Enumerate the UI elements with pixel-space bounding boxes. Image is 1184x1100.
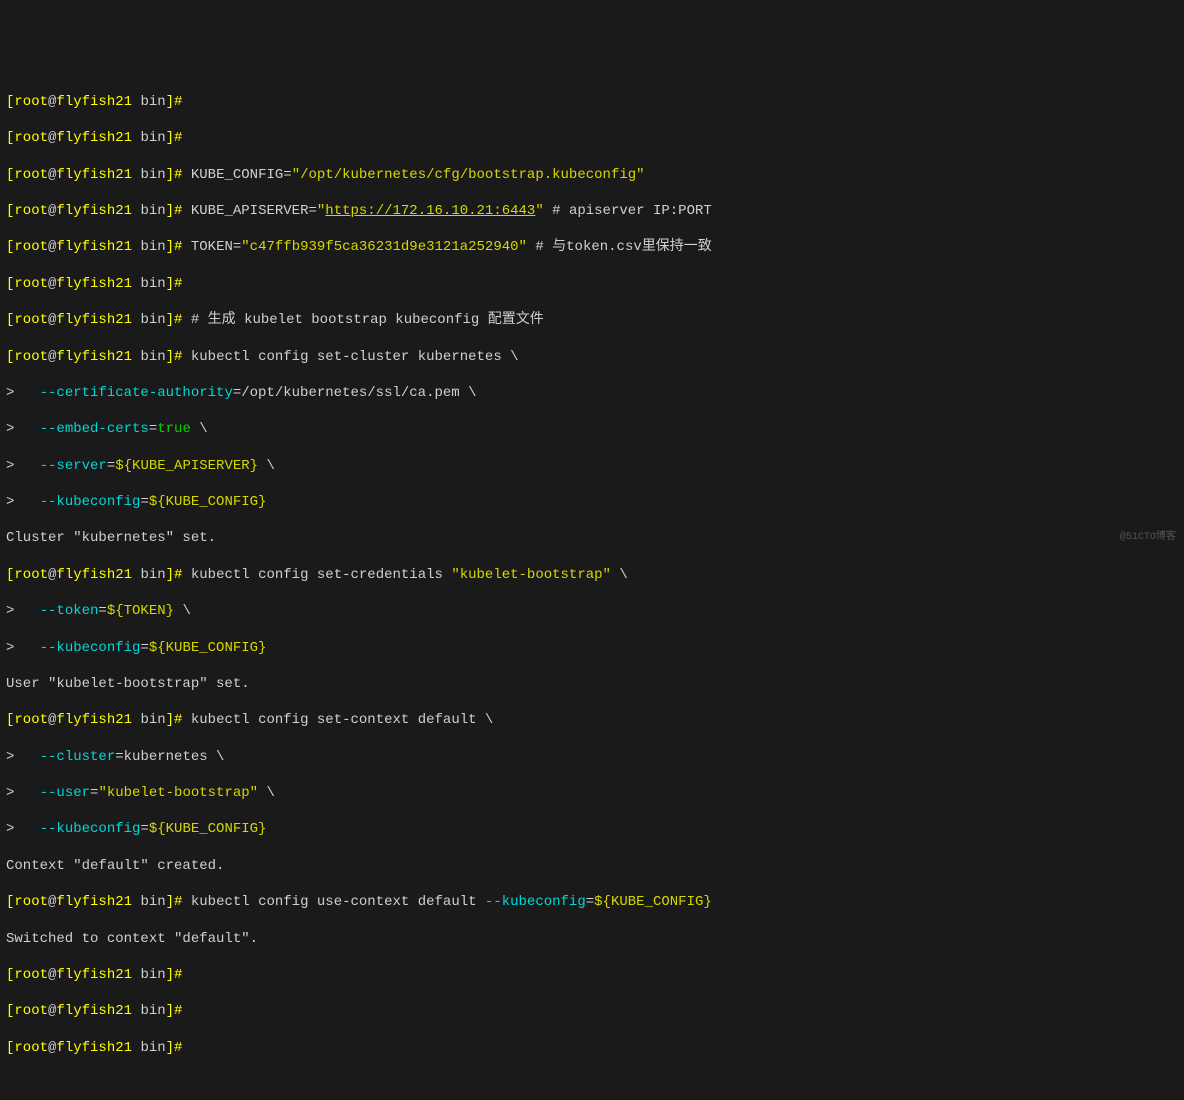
output-cluster-set: Cluster "kubernetes" set.: [6, 529, 1178, 547]
flag-cluster: > --cluster=kubernetes \: [6, 748, 1178, 766]
cmd-kube-apiserver: [root@flyfish21 bin]# KUBE_APISERVER="ht…: [6, 202, 1178, 220]
cmd-use-context: [root@flyfish21 bin]# kubectl config use…: [6, 893, 1178, 911]
watermark-text: @51CTO博客: [1120, 531, 1176, 544]
flag-user: > --user="kubelet-bootstrap" \: [6, 784, 1178, 802]
cmd-kube-config: [root@flyfish21 bin]# KUBE_CONFIG="/opt/…: [6, 166, 1178, 184]
output-context-created: Context "default" created.: [6, 857, 1178, 875]
flag-kubeconfig: > --kubeconfig=${KUBE_CONFIG}: [6, 820, 1178, 838]
flag-server: > --server=${KUBE_APISERVER} \: [6, 457, 1178, 475]
prompt-line: [root@flyfish21 bin]#: [6, 966, 1178, 984]
prompt-line: [root@flyfish21 bin]#: [6, 275, 1178, 293]
prompt-line: [root@flyfish21 bin]#: [6, 129, 1178, 147]
flag-token: > --token=${TOKEN} \: [6, 602, 1178, 620]
terminal-output: [root@flyfish21 bin]# [root@flyfish21 bi…: [6, 75, 1178, 1075]
prompt-line: [root@flyfish21 bin]#: [6, 1002, 1178, 1020]
flag-embed-certs: > --embed-certs=true \: [6, 420, 1178, 438]
output-user-set: User "kubelet-bootstrap" set.: [6, 675, 1178, 693]
cmd-set-credentials: [root@flyfish21 bin]# kubectl config set…: [6, 566, 1178, 584]
flag-kubeconfig: > --kubeconfig=${KUBE_CONFIG}: [6, 639, 1178, 657]
prompt-line: [root@flyfish21 bin]#: [6, 1039, 1178, 1057]
output-switched: Switched to context "default".: [6, 930, 1178, 948]
cmd-token: [root@flyfish21 bin]# TOKEN="c47ffb939f5…: [6, 238, 1178, 256]
cmd-set-cluster: [root@flyfish21 bin]# kubectl config set…: [6, 348, 1178, 366]
prompt-line: [root@flyfish21 bin]#: [6, 93, 1178, 111]
cmd-set-context: [root@flyfish21 bin]# kubectl config set…: [6, 711, 1178, 729]
flag-cert-authority: > --certificate-authority=/opt/kubernete…: [6, 384, 1178, 402]
flag-kubeconfig: > --kubeconfig=${KUBE_CONFIG}: [6, 493, 1178, 511]
cmd-comment: [root@flyfish21 bin]# # 生成 kubelet boots…: [6, 311, 1178, 329]
